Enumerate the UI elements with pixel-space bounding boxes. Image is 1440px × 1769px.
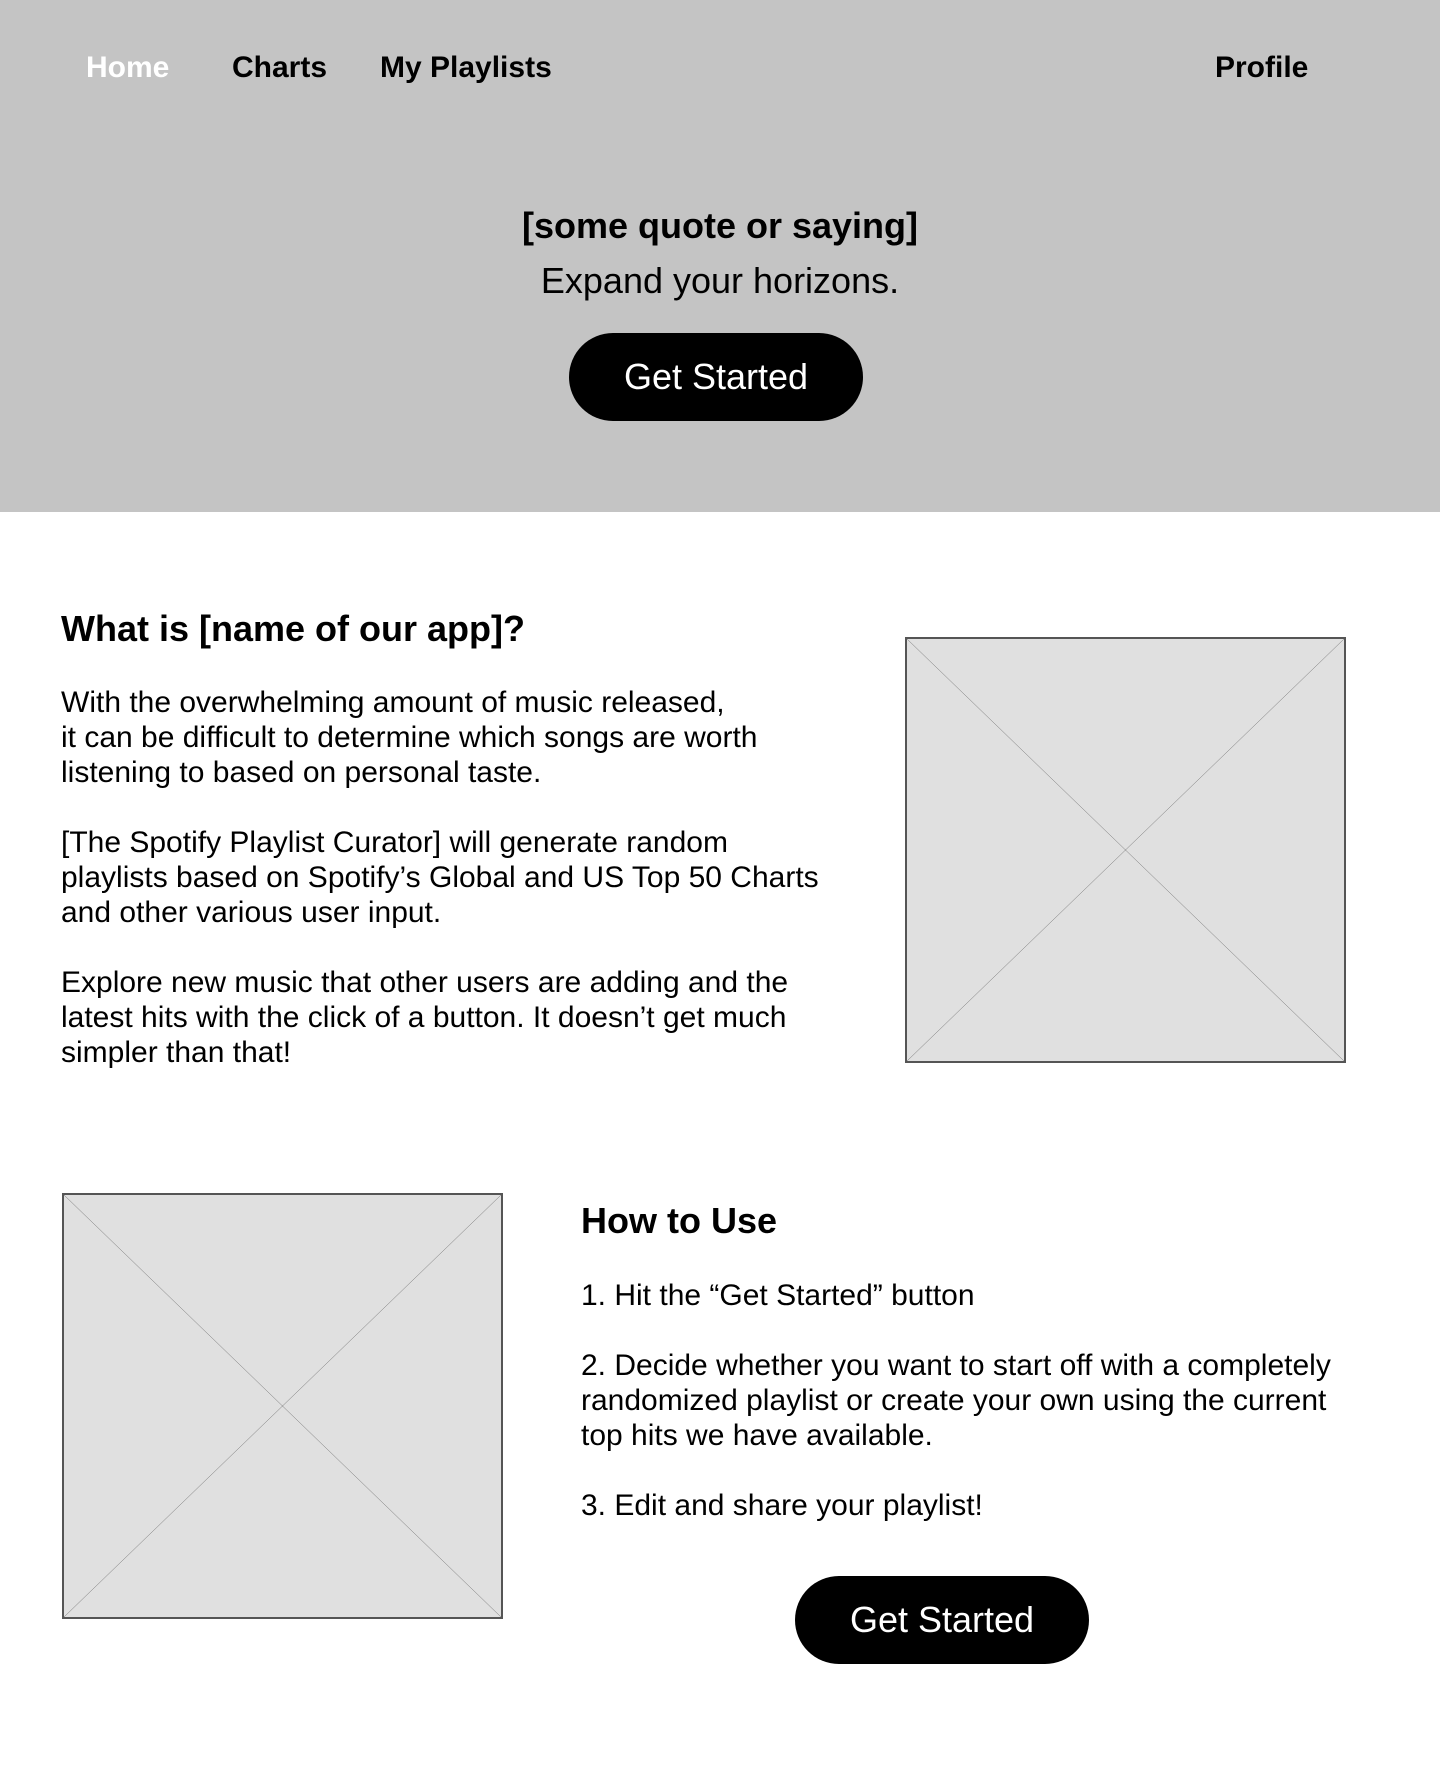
nav-my-playlists-link[interactable]: My Playlists xyxy=(380,50,552,86)
how-to-use-step-2: 2. Decide whether you want to start off … xyxy=(581,1349,1331,1452)
nav-charts-link[interactable]: Charts xyxy=(232,50,327,86)
how-to-use-image-placeholder xyxy=(62,1193,503,1619)
about-paragraph-2: [The Spotify Playlist Curator] will gene… xyxy=(61,826,819,929)
nav-profile-link[interactable]: Profile xyxy=(1215,50,1308,86)
nav-home-link[interactable]: Home xyxy=(86,50,169,86)
about-image-placeholder xyxy=(905,637,1346,1063)
hero-tagline: Expand your horizons. xyxy=(540,260,900,301)
how-to-use-step-3: 3. Edit and share your playlist! xyxy=(581,1489,983,1522)
image-placeholder-icon xyxy=(64,1195,501,1617)
hero-banner: Home Charts My Playlists Profile [some q… xyxy=(0,0,1440,512)
hero-quote: [some quote or saying] xyxy=(521,205,919,246)
how-to-use-step-1: 1. Hit the “Get Started” button xyxy=(581,1279,975,1312)
how-to-use-title: How to Use xyxy=(581,1200,778,1241)
image-placeholder-icon xyxy=(907,639,1344,1061)
about-paragraph-3: Explore new music that other users are a… xyxy=(61,966,789,1069)
about-paragraph-1: With the overwhelming amount of music re… xyxy=(61,686,758,789)
about-title: What is [name of our app]? xyxy=(61,608,525,649)
how-to-use-get-started-button[interactable]: Get Started xyxy=(795,1576,1089,1664)
hero-get-started-button[interactable]: Get Started xyxy=(569,333,863,421)
